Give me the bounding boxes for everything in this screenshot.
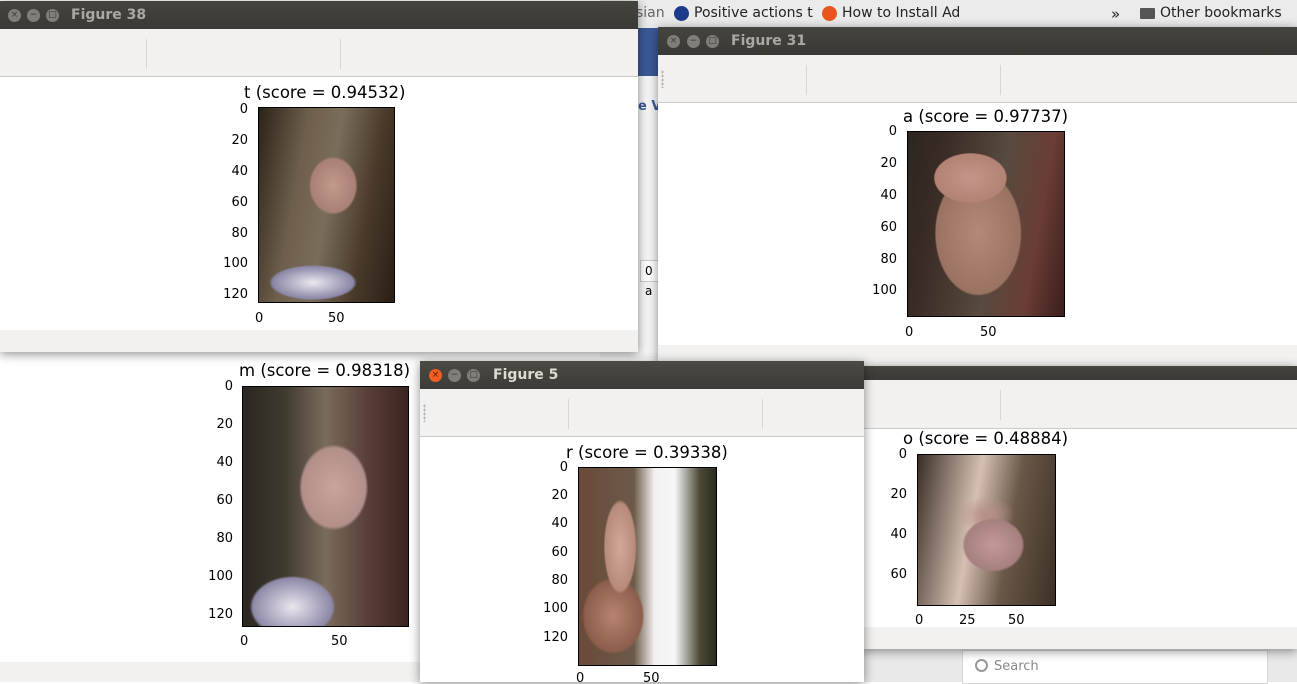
x-tick: 0 [240,634,249,649]
y-tick: 0 [898,447,907,462]
bookmark-how-to-install[interactable]: How to Install Ad [822,5,960,21]
y-tick: 120 [208,607,233,622]
bookmark-label: How to Install Ad [842,5,961,21]
plot-toolbar [862,380,1297,429]
search-placeholder: Search [994,659,1039,674]
close-button[interactable]: × [8,9,21,22]
other-bookmarks[interactable]: Other bookmarks [1140,5,1282,21]
titlebar [862,366,1297,380]
y-tick: 60 [216,493,233,508]
bookmarks-overflow-button[interactable]: » [1111,5,1120,23]
plot-toolbar [420,389,864,437]
window-title: Figure 5 [493,367,559,383]
status-bar [0,330,638,352]
y-tick: 0 [559,460,568,475]
y-tick: 20 [551,488,568,503]
x-tick: 0 [576,671,585,682]
x-tick: 0 [915,613,924,628]
status-bar [0,662,430,682]
x-tick: 50 [1008,613,1025,628]
y-tick: 40 [231,164,248,179]
x-tick: 50 [328,311,345,326]
x-tick: 50 [331,634,348,649]
maximize-button[interactable]: □ [46,9,59,22]
toolbar-grip[interactable] [661,70,664,88]
globe-icon [674,5,689,21]
window-title: Figure 31 [731,33,807,49]
figure-m-window: m (score = 0.98318) 0 20 40 60 80 100 12… [0,352,430,682]
y-tick: 60 [880,220,897,235]
figure-o-window: o (score = 0.48884) 0 20 40 60 0 25 50 [862,366,1297,649]
x-tick: 50 [643,671,660,682]
minimize-button[interactable]: − [687,35,700,48]
y-tick: 120 [223,287,248,302]
y-tick: 100 [223,256,248,271]
y-tick: 80 [551,573,568,588]
y-tick: 20 [231,133,248,148]
figure-38-window: × − □ Figure 38 t (score = 0.94532) 0 20… [0,1,638,352]
y-tick: 100 [208,569,233,584]
y-tick: 0 [224,379,233,394]
close-button[interactable]: × [667,35,680,48]
bookmarks-bar: sian Positive actions t How to Install A… [600,0,1297,29]
plot-toolbar [658,55,1297,103]
plot-title: m (score = 0.98318) [239,361,411,380]
y-tick: 120 [543,630,568,645]
plot-title: t (score = 0.94532) [244,83,406,102]
y-tick: 40 [880,188,897,203]
x-tick: 0 [905,325,914,340]
titlebar: × − □ Figure 31 [658,27,1297,55]
y-tick: 40 [216,455,233,470]
close-button[interactable]: × [429,369,442,382]
minimize-button[interactable]: − [27,9,40,22]
search-input[interactable]: Search [962,650,1268,684]
titlebar: × − □ Figure 5 [420,361,864,389]
bookmark-partial[interactable]: sian [636,5,665,21]
x-tick: 0 [255,311,264,326]
y-tick: 60 [231,195,248,210]
hand-sign-image-r [578,467,717,666]
plot-title: o (score = 0.48884) [903,429,1069,448]
hand-sign-image-a [907,131,1065,317]
hand-sign-image-o [917,454,1056,606]
y-tick: 40 [890,527,907,542]
maximize-button[interactable]: □ [467,369,480,382]
bookmark-positive-actions[interactable]: Positive actions t [674,5,813,21]
y-tick: 80 [216,531,233,546]
ask-icon [822,5,837,21]
y-tick: 0 [888,124,897,139]
toolbar-grip[interactable] [423,404,426,422]
y-tick: 20 [216,417,233,432]
hand-sign-image-t [258,107,395,303]
search-icon [975,659,988,672]
y-tick: 20 [880,156,897,171]
y-tick: 60 [551,545,568,560]
maximize-button[interactable]: □ [706,35,719,48]
figure-5-window: × − □ Figure 5 r (score = 0.39338) 0 20 … [420,361,864,682]
figure-31-window: × − □ Figure 31 a (score = 0.97737) 0 20… [658,27,1297,367]
plot-toolbar [0,29,638,77]
window-title: Figure 38 [71,7,147,23]
hand-sign-image-m [242,386,409,627]
plot-title: a (score = 0.97737) [903,107,1069,126]
y-tick: 100 [543,601,568,616]
y-tick: 0 [239,102,248,117]
y-tick: 80 [880,252,897,267]
page-snippet-box: 0 a [640,260,660,298]
y-tick: 40 [551,516,568,531]
plot-title: r (score = 0.39338) [566,443,728,462]
minimize-button[interactable]: − [448,369,461,382]
bookmark-label: Positive actions t [694,5,813,21]
titlebar: × − □ Figure 38 [0,1,638,29]
status-bar [862,627,1297,649]
y-tick: 20 [890,487,907,502]
x-tick: 25 [959,613,976,628]
other-bookmarks-label: Other bookmarks [1160,5,1282,21]
y-tick: 60 [890,567,907,582]
y-tick: 80 [231,226,248,241]
y-tick: 100 [872,283,897,298]
x-tick: 50 [980,325,997,340]
folder-icon [1140,7,1155,19]
